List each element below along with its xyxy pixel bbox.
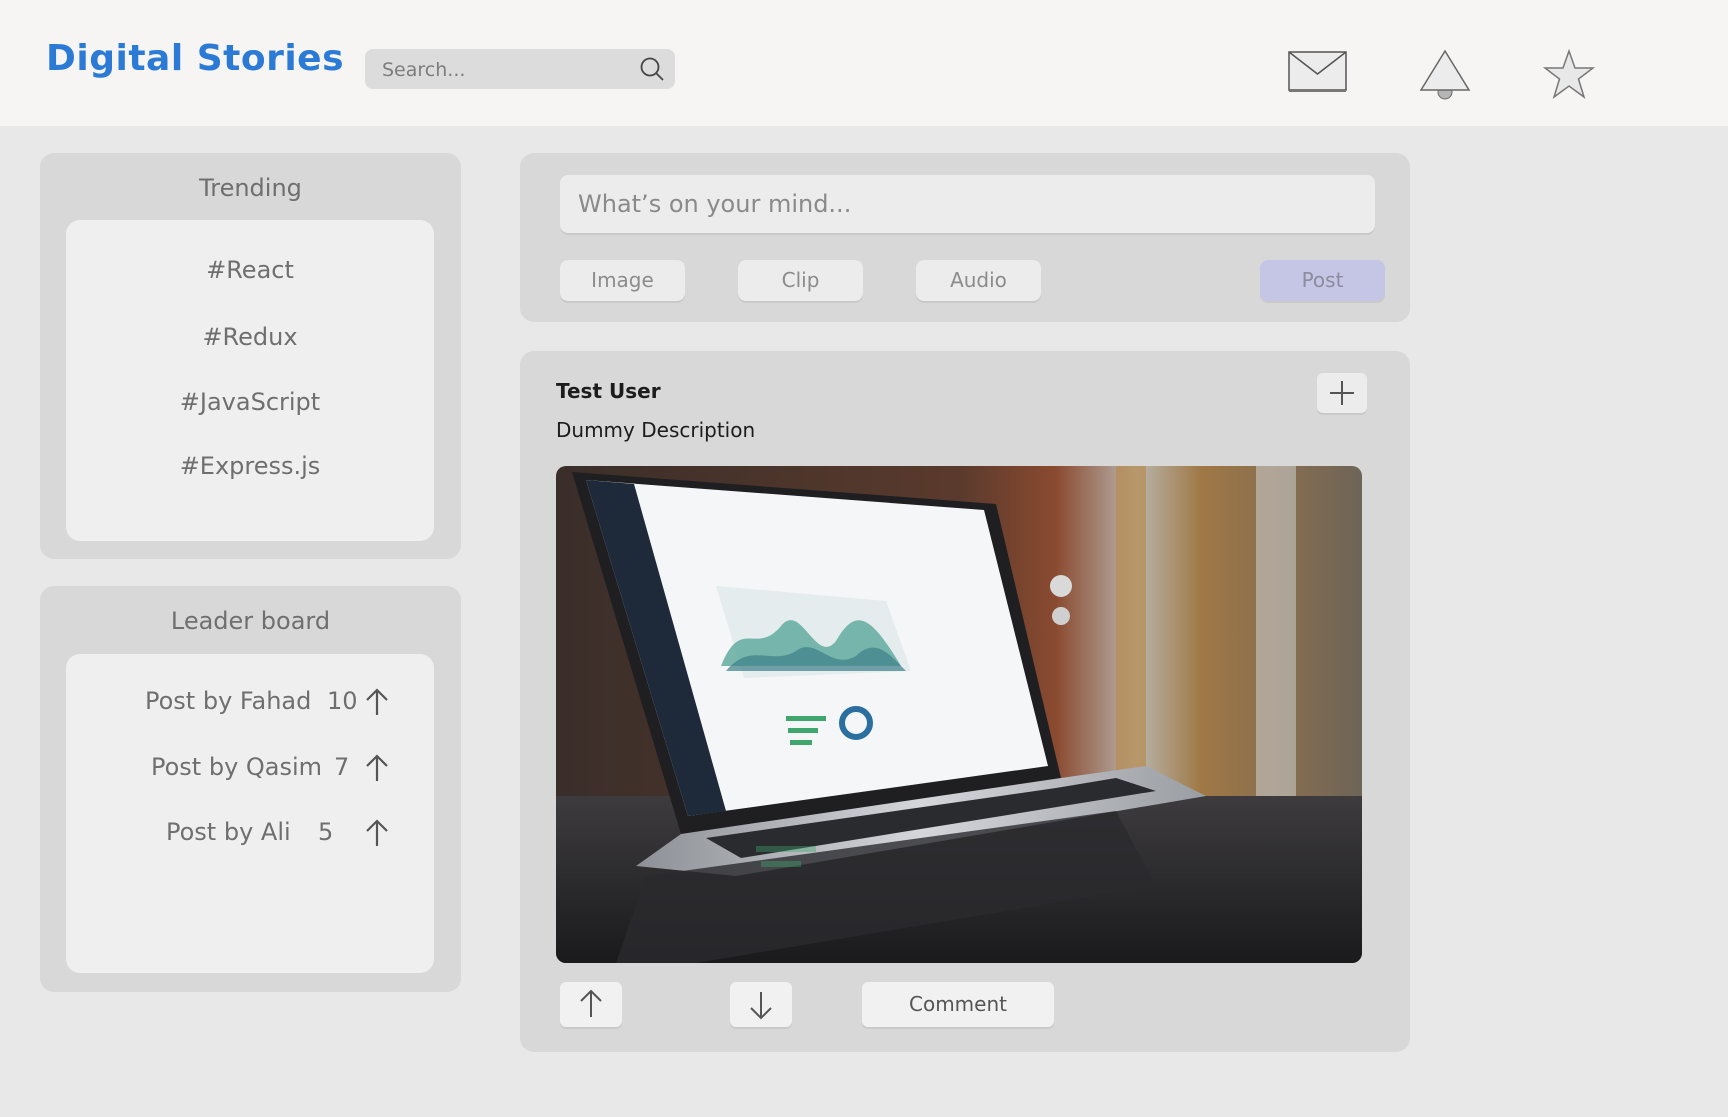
bell-icon[interactable] (1418, 48, 1472, 108)
post-input[interactable]: What’s on your mind... (560, 175, 1375, 233)
post-author[interactable]: Test User (556, 379, 661, 403)
downvote-button[interactable] (730, 982, 792, 1027)
leaderboard-post-name: Post by Fahad (145, 687, 312, 715)
audio-button[interactable]: Audio (916, 260, 1041, 301)
leaderboard-score: 10 (327, 687, 358, 715)
search-input[interactable]: Search... (382, 59, 465, 81)
trending-title: Trending (199, 174, 302, 202)
feed-post-card: Test User Dummy Description Comment (520, 351, 1410, 1052)
arrow-down-icon (730, 992, 792, 1031)
leaderboard-post-name: Post by Qasim (151, 753, 323, 781)
trending-tag[interactable]: #Redux (66, 323, 434, 351)
arrow-up-icon[interactable] (364, 818, 390, 852)
leaderboard-score: 5 (318, 818, 334, 846)
trending-list: #React #Redux #JavaScript #Express.js (66, 220, 434, 541)
add-button[interactable] (1317, 373, 1367, 413)
brand-logo[interactable]: Digital Stories (46, 38, 344, 79)
post-button[interactable]: Post (1260, 260, 1385, 301)
arrow-up-icon[interactable] (364, 687, 390, 721)
mail-icon[interactable] (1288, 50, 1348, 98)
leaderboard-panel: Leader board Post by Fahad 10 Post by Qa… (40, 586, 461, 992)
post-image (556, 466, 1362, 963)
composer-panel: What’s on your mind... Image Clip Audio … (520, 153, 1410, 322)
leaderboard-row[interactable]: Post by Qasim 7 (66, 753, 434, 787)
arrow-up-icon (560, 989, 622, 1031)
clip-button[interactable]: Clip (738, 260, 863, 301)
trending-tag[interactable]: #React (66, 256, 434, 284)
trending-tag[interactable]: #Express.js (66, 452, 434, 480)
post-input-placeholder: What’s on your mind... (578, 190, 852, 218)
comment-button[interactable]: Comment (862, 982, 1054, 1027)
upvote-button[interactable] (560, 982, 622, 1027)
trending-panel: Trending #React #Redux #JavaScript #Expr… (40, 153, 461, 559)
leaderboard-row[interactable]: Post by Fahad 10 (66, 687, 434, 721)
search-bar[interactable]: Search... (365, 49, 675, 89)
leaderboard-list: Post by Fahad 10 Post by Qasim 7 Post by… (66, 654, 434, 973)
leaderboard-title: Leader board (170, 607, 331, 635)
post-description: Dummy Description (556, 418, 756, 442)
search-icon[interactable] (639, 56, 665, 86)
leaderboard-post-name: Post by Ali (166, 818, 291, 846)
image-button[interactable]: Image (560, 260, 685, 301)
trending-tag[interactable]: #JavaScript (66, 388, 434, 416)
top-bar: Digital Stories Search... (0, 0, 1728, 126)
star-icon[interactable] (1542, 48, 1596, 105)
leaderboard-row[interactable]: Post by Ali 5 (66, 818, 434, 852)
leaderboard-score: 7 (334, 753, 350, 781)
arrow-up-icon[interactable] (364, 753, 390, 787)
